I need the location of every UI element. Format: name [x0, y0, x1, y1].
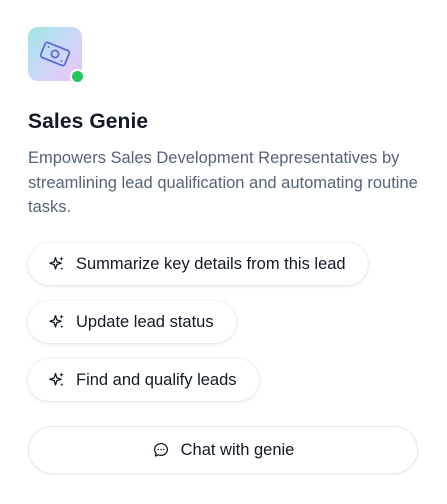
agent-card: Sales Genie Empowers Sales Development R…: [0, 0, 447, 504]
prompt-label: Summarize key details from this lead: [76, 254, 346, 273]
prompt-summarize-lead[interactable]: Summarize key details from this lead: [28, 243, 368, 285]
chat-with-genie-button[interactable]: Chat with genie: [28, 426, 418, 474]
sparkle-icon: [49, 256, 64, 271]
money-bill-icon: [39, 41, 71, 67]
prompt-label: Update lead status: [76, 312, 214, 331]
agent-avatar: [28, 27, 85, 84]
sparkle-icon: [49, 314, 64, 329]
prompt-find-qualify-leads[interactable]: Find and qualify leads: [28, 359, 259, 401]
agent-name: Sales Genie: [28, 110, 149, 133]
online-status-dot: [70, 69, 85, 84]
prompt-label: Find and qualify leads: [76, 370, 237, 389]
sparkle-icon: [49, 372, 64, 387]
chat-button-label: Chat with genie: [180, 440, 295, 459]
chat-bubble-icon: [153, 442, 168, 457]
prompt-update-lead-status[interactable]: Update lead status: [28, 301, 236, 343]
agent-description: Empowers Sales Development Representativ…: [28, 149, 418, 216]
suggested-prompts: Summarize key details from this lead Upd…: [28, 243, 368, 417]
